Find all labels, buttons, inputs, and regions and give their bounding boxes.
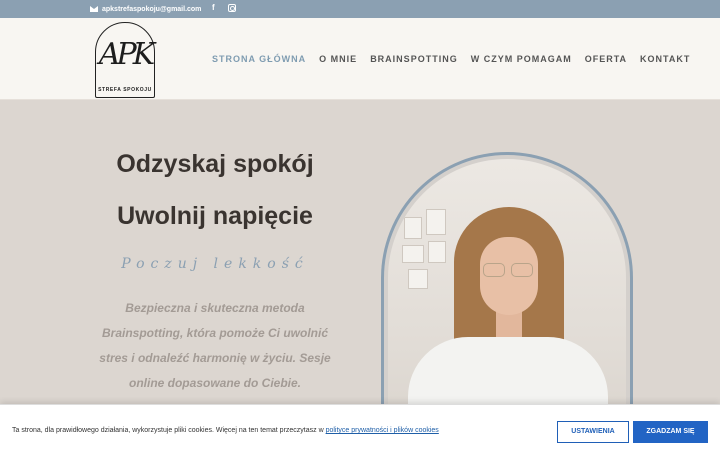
cookie-settings-button[interactable]: USTAWIENIA xyxy=(557,421,629,443)
logo-subtitle: STREFA SPOKOJU xyxy=(98,87,152,93)
hero-title-1: Odzyskaj spokój xyxy=(116,150,314,178)
privacy-policy-link[interactable]: polityce prywatności i plików cookies xyxy=(326,427,439,434)
nav-item-home[interactable]: STRONA GŁÓWNA xyxy=(212,54,306,64)
hero-description: Bezpieczna i skuteczna metoda Brainspott… xyxy=(99,301,331,390)
cookie-banner: Ta strona, dla prawidłowego działania, w… xyxy=(0,404,720,450)
top-bar: apkstrefaspokoju@gmail.com f xyxy=(0,0,720,18)
instagram-icon[interactable] xyxy=(228,4,236,12)
main-nav: STRONA GŁÓWNA O MNIE BRAINSPOTTING W CZY… xyxy=(212,54,690,64)
hero-tagline: Poczuj lekkość xyxy=(121,256,309,272)
portrait-photo xyxy=(388,159,626,439)
envelope-icon xyxy=(90,6,98,12)
facebook-icon[interactable]: f xyxy=(212,3,215,12)
nav-item-brainspotting[interactable]: BRAINSPOTTING xyxy=(370,54,458,64)
email-text: apkstrefaspokoju@gmail.com xyxy=(102,5,202,13)
glasses xyxy=(483,263,535,277)
nav-item-about[interactable]: O MNIE xyxy=(319,54,357,64)
logo-monogram: APK xyxy=(98,37,155,72)
nav-item-contact[interactable]: KONTAKT xyxy=(640,54,690,64)
site-logo[interactable]: APK STREFA SPOKOJU xyxy=(95,22,155,98)
cookie-text: Ta strona, dla prawidłowego działania, w… xyxy=(12,427,439,434)
nav-item-how-i-help[interactable]: W CZYM POMAGAM xyxy=(471,54,572,64)
hero-title-2: Uwolnij napięcie xyxy=(117,202,313,230)
cookie-accept-button[interactable]: ZGADZAM SIĘ xyxy=(633,421,708,443)
email-link[interactable]: apkstrefaspokoju@gmail.com xyxy=(90,3,201,15)
nav-item-offer[interactable]: OFERTA xyxy=(585,54,627,64)
portrait-frame xyxy=(381,152,633,442)
